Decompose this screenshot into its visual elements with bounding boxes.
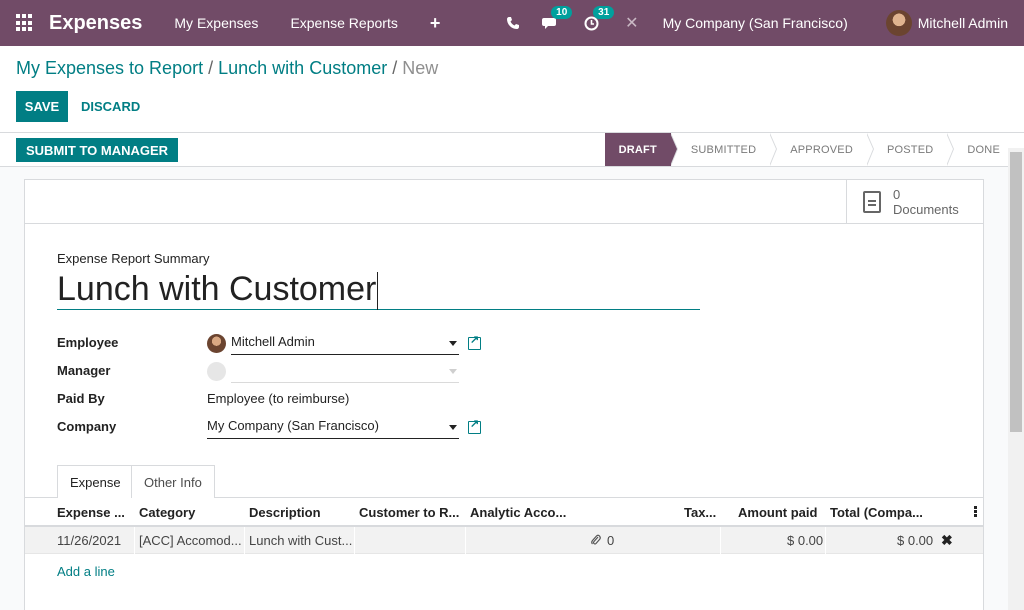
company-label: Company [57,419,117,434]
chevron-down-icon[interactable] [449,369,457,374]
status-bar: SUBMIT TO MANAGER DRAFT SUBMITTED APPROV… [0,132,1024,167]
expense-lines-table: Expense ... Category Description Custome… [25,498,983,579]
cell-amount-paid[interactable]: $ 0.00 [787,533,823,548]
app-name[interactable]: Expenses [49,12,142,35]
col-expense-date[interactable]: Expense ... [57,505,125,520]
documents-stat: 0 Documents [893,187,959,217]
breadcrumb-current: New [402,58,439,78]
activity-clock-icon[interactable]: 31 [584,5,615,31]
vertical-scrollbar[interactable] [1008,148,1024,610]
col-description[interactable]: Description [249,505,321,520]
form-sheet: 0 Documents Expense Report Summary Lunch… [24,179,984,610]
delete-icon[interactable]: ✖ [941,532,953,549]
manager-label: Manager [57,363,111,378]
summary-label: Expense Report Summary [57,251,210,266]
top-navbar: Expenses My Expenses Expense Reports + 1… [0,0,1024,46]
employee-value: Mitchell Admin [231,334,315,349]
employee-avatar [207,334,226,353]
tab-other-info[interactable]: Other Info [131,465,215,498]
navbar-systray: 10 31 ✕ My Company (San Francisco) Mitch… [506,0,1024,46]
cell-attachments: 0 [607,533,615,548]
breadcrumb-separator: / [392,58,398,78]
summary-value: Lunch with Customer [57,270,377,308]
phone-icon[interactable] [506,16,520,30]
debug-close-icon[interactable]: ✕ [625,13,638,33]
apps-grid-icon[interactable] [16,14,34,32]
stage-submitted: SUBMITTED [671,133,778,166]
button-box: 0 Documents [25,180,983,224]
user-avatar[interactable] [885,10,912,36]
stage-posted: POSTED [867,133,955,166]
breadcrumb-my-expenses[interactable]: My Expenses to Report [16,58,203,78]
summary-input[interactable]: Lunch with Customer [57,268,700,311]
col-total[interactable]: Total (Compa... [830,505,923,520]
employee-field[interactable]: Mitchell Admin [231,334,459,355]
col-analytic-account[interactable]: Analytic Acco... [470,505,566,520]
activity-badge: 31 [593,5,615,19]
menu-my-expenses[interactable]: My Expenses [174,15,258,31]
paperclip-icon[interactable] [590,533,601,549]
manager-avatar [207,362,226,381]
col-category[interactable]: Category [139,505,195,520]
col-taxes[interactable]: Tax... [684,505,716,520]
table-header: Expense ... Category Description Custome… [25,498,983,527]
cell-category[interactable]: [ACC] Accomod... [139,533,242,548]
submit-to-manager-button[interactable]: SUBMIT TO MANAGER [16,138,179,162]
manager-field[interactable] [231,362,459,383]
col-amount-paid[interactable]: Amount paid [738,505,817,520]
company-value: My Company (San Francisco) [207,418,379,433]
user-menu[interactable]: Mitchell Admin [918,15,1008,31]
external-link-icon[interactable] [468,333,481,350]
cell-total: $ 0.00 [897,533,934,548]
tab-expense[interactable]: Expense [57,465,134,499]
notebook-tabs: Expense Other Info [25,465,983,499]
paid-by-label: Paid By [57,391,105,406]
column-menu-icon[interactable] [974,506,977,518]
save-button[interactable]: SAVE [16,91,68,122]
add-line-link[interactable]: Add a line [57,564,115,579]
scrollbar-thumb[interactable] [1010,152,1022,432]
company-field[interactable]: My Company (San Francisco) [207,418,459,439]
text-caret [377,272,379,311]
stage-draft: DRAFT [604,133,679,166]
chat-badge: 10 [551,6,573,19]
discard-button[interactable]: DISCARD [81,99,140,114]
document-icon [863,191,881,213]
cell-date[interactable]: 11/26/2021 [57,533,121,548]
documents-label: Documents [893,202,959,217]
table-row[interactable]: 11/26/2021 [ACC] Accomod... Lunch with C… [25,527,983,554]
documents-count: 0 [893,187,901,202]
chevron-down-icon[interactable] [449,341,457,346]
stage-approved: APPROVED [770,133,874,166]
paid-by-value[interactable]: Employee (to reimburse) [207,391,349,406]
chat-icon[interactable]: 10 [542,6,573,30]
breadcrumb-separator: / [208,58,214,78]
col-customer[interactable]: Customer to R... [359,505,459,520]
employee-label: Employee [57,335,119,350]
breadcrumb: My Expenses to Report / Lunch with Custo… [16,58,438,79]
company-switcher[interactable]: My Company (San Francisco) [663,15,848,31]
status-stages: DRAFT SUBMITTED APPROVED POSTED DONE [604,133,1014,166]
external-link-icon[interactable] [468,417,481,434]
menu-expense-reports[interactable]: Expense Reports [290,15,397,31]
breadcrumb-report[interactable]: Lunch with Customer [218,58,387,78]
documents-button[interactable]: 0 Documents [846,180,983,224]
chevron-down-icon[interactable] [449,425,457,430]
stage-done: DONE [967,143,1000,156]
menu-configuration-plus[interactable]: + [430,13,441,34]
cell-description[interactable]: Lunch with Cust... [249,533,352,548]
